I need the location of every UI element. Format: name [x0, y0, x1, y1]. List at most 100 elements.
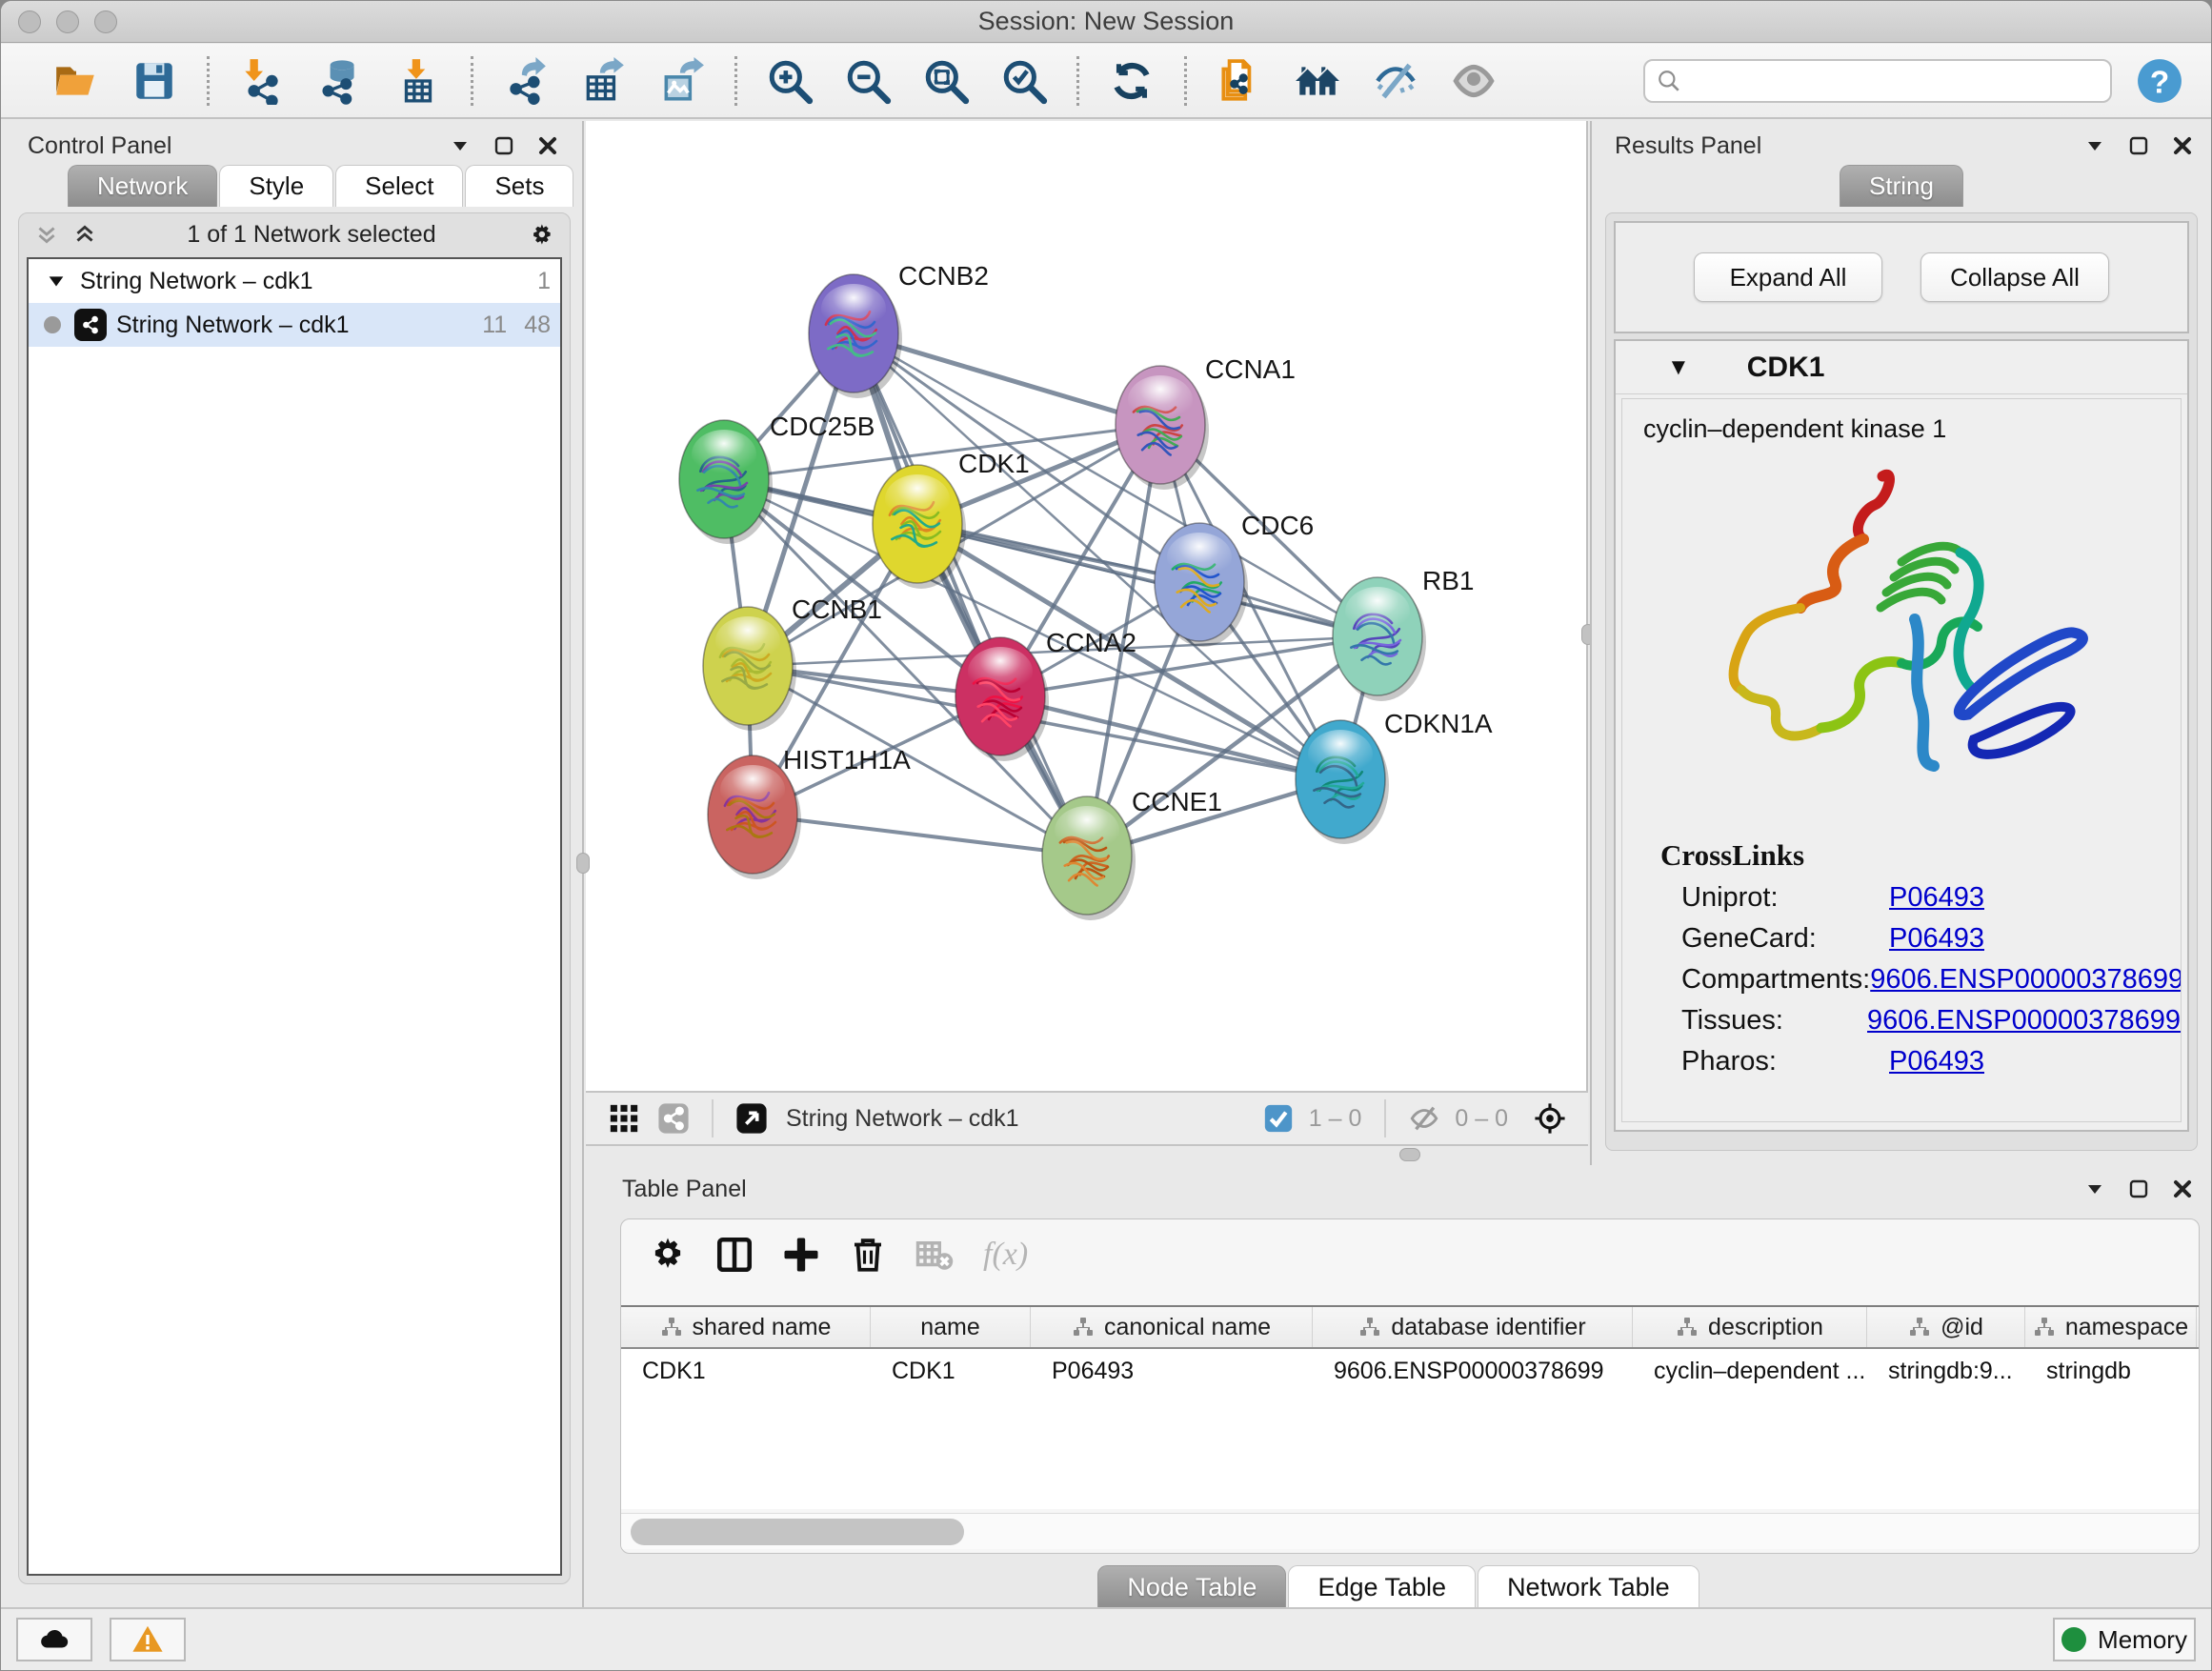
save-session-button[interactable]	[128, 54, 181, 108]
copy-style-button[interactable]	[1213, 54, 1266, 108]
selected-nodes-checkbox-icon[interactable]	[1259, 1099, 1297, 1137]
table-cell[interactable]: stringdb	[2025, 1349, 2197, 1393]
table-cell[interactable]: P06493	[1031, 1349, 1313, 1393]
float-panel-icon[interactable]	[2127, 134, 2150, 157]
close-panel-icon[interactable]	[2171, 134, 2194, 157]
first-neighbors-button[interactable]	[1291, 54, 1344, 108]
apply-layout-button[interactable]	[1105, 54, 1158, 108]
delete-table-icon[interactable]	[913, 1233, 956, 1277]
node-CDC6[interactable]	[1155, 523, 1248, 647]
export-image-button[interactable]	[655, 54, 709, 108]
memory-button[interactable]: Memory	[2053, 1618, 2196, 1661]
close-panel-icon[interactable]	[536, 134, 559, 157]
crosslink-link[interactable]: P06493	[1889, 923, 1984, 955]
hidden-elements-icon[interactable]	[1405, 1099, 1443, 1137]
import-network-file-button[interactable]	[235, 54, 289, 108]
table-cell[interactable]: CDK1	[871, 1349, 1031, 1393]
search-input[interactable]	[1689, 67, 2099, 95]
network-graph[interactable]: CCNB2CCNA1CDC25BCDK1CDC6RB1CCNB1CCNA2CDK…	[586, 121, 1588, 1091]
tab-node-table[interactable]: Node Table	[1097, 1565, 1286, 1609]
column-header-namespace[interactable]: namespace	[2025, 1307, 2197, 1347]
node-CCNE1[interactable]	[1042, 796, 1136, 920]
cloud-button[interactable]	[16, 1618, 92, 1661]
float-panel-icon[interactable]	[2127, 1178, 2150, 1200]
float-panel-icon[interactable]	[493, 134, 515, 157]
birds-eye-view-icon[interactable]	[1531, 1099, 1569, 1137]
node-CCNA2[interactable]	[955, 637, 1049, 761]
close-panel-icon[interactable]	[2171, 1178, 2194, 1200]
node-CCNB1[interactable]	[703, 607, 796, 731]
tab-edge-table[interactable]: Edge Table	[1288, 1565, 1476, 1609]
zoom-in-button[interactable]	[763, 54, 816, 108]
tab-network-table[interactable]: Network Table	[1478, 1565, 1699, 1609]
zoom-out-button[interactable]	[841, 54, 895, 108]
column-header-database-identifier[interactable]: database identifier	[1313, 1307, 1633, 1347]
collapse-all-networks-icon[interactable]	[34, 222, 59, 247]
column-header-canonical-name[interactable]: canonical name	[1031, 1307, 1313, 1347]
add-column-icon[interactable]	[779, 1233, 823, 1277]
detach-view-icon[interactable]	[733, 1099, 771, 1137]
tree-expander-icon[interactable]	[46, 271, 67, 292]
edge-HIST1H1A-CCNE1[interactable]	[753, 815, 1087, 856]
crosslink-link[interactable]: 9606.ENSP00000378699	[1867, 1005, 2181, 1037]
crosslink-link[interactable]: P06493	[1889, 882, 1984, 914]
collapse-panel-icon[interactable]	[449, 134, 472, 157]
import-network-database-button[interactable]	[313, 54, 367, 108]
node-CCNB2[interactable]	[809, 274, 902, 398]
left-splitter-handle[interactable]	[576, 853, 590, 874]
tab-network[interactable]: Network	[68, 165, 217, 207]
network-options-gear-icon[interactable]	[526, 220, 554, 249]
network-row[interactable]: String Network – cdk1 11 48	[29, 303, 560, 347]
grid-mode-icon[interactable]	[605, 1099, 643, 1137]
collapse-all-button[interactable]: Collapse All	[1920, 252, 2109, 302]
zoom-fit-button[interactable]	[919, 54, 973, 108]
export-network-button[interactable]	[499, 54, 553, 108]
expand-all-button[interactable]: Expand All	[1694, 252, 1882, 302]
help-button[interactable]: ?	[2135, 56, 2184, 106]
node-CDK1[interactable]	[873, 465, 966, 589]
section-expander-icon[interactable]: ▼	[1667, 354, 1690, 381]
network-share-icon[interactable]	[654, 1099, 693, 1137]
show-columns-icon[interactable]	[713, 1233, 756, 1277]
expand-all-networks-icon[interactable]	[72, 222, 97, 247]
tab-sets[interactable]: Sets	[465, 165, 573, 207]
import-table-button[interactable]	[392, 54, 445, 108]
node-CDKN1A[interactable]	[1296, 720, 1389, 844]
table-cell[interactable]: 9606.ENSP00000378699	[1313, 1349, 1633, 1393]
gene-section-header[interactable]: ▼ CDK1	[1616, 341, 2187, 394]
tab-select[interactable]: Select	[335, 165, 463, 207]
column-header-shared-name[interactable]: shared name	[621, 1307, 871, 1347]
table-options-gear-icon[interactable]	[646, 1233, 690, 1277]
zoom-selected-button[interactable]	[997, 54, 1051, 108]
column-header-@id[interactable]: @id	[1867, 1307, 2025, 1347]
node-RB1[interactable]	[1333, 577, 1426, 701]
table-cell[interactable]: CDK1	[621, 1349, 871, 1393]
column-header-name[interactable]: name	[871, 1307, 1031, 1347]
edge-CCNB2-CCNE1[interactable]	[854, 333, 1087, 856]
crosslink-link[interactable]: 9606.ENSP00000378699	[1870, 964, 2182, 996]
edge-CDK1-RB1[interactable]	[917, 524, 1377, 636]
show-all-button[interactable]	[1447, 54, 1500, 108]
scrollbar-thumb[interactable]	[631, 1519, 964, 1545]
collapse-panel-icon[interactable]	[2083, 1178, 2106, 1200]
table-cell[interactable]: cyclin–dependent ...	[1633, 1349, 1867, 1393]
hide-selected-button[interactable]	[1369, 54, 1422, 108]
collapse-panel-icon[interactable]	[2083, 134, 2106, 157]
horizontal-splitter-handle[interactable]	[1399, 1148, 1420, 1161]
tab-string[interactable]: String	[1840, 165, 1963, 207]
open-session-button[interactable]	[50, 54, 103, 108]
tab-style[interactable]: Style	[219, 165, 333, 207]
delete-column-icon[interactable]	[846, 1233, 890, 1277]
node-CCNA1[interactable]	[1116, 366, 1209, 490]
network-collection-row[interactable]: String Network – cdk1 1	[29, 259, 560, 303]
network-canvas[interactable]: CCNB2CCNA1CDC25BCDK1CDC6RB1CCNB1CCNA2CDK…	[586, 121, 1588, 1091]
warnings-button[interactable]	[110, 1618, 186, 1661]
export-table-button[interactable]	[577, 54, 631, 108]
function-builder-icon[interactable]: f(x)	[983, 1237, 1028, 1273]
column-header-description[interactable]: description	[1633, 1307, 1867, 1347]
table-row[interactable]: CDK1CDK1P064939606.ENSP00000378699cyclin…	[621, 1349, 2199, 1393]
table-cell[interactable]: stringdb:9...	[1867, 1349, 2025, 1393]
table-horizontal-scrollbar[interactable]	[621, 1513, 2199, 1549]
search-field[interactable]	[1643, 59, 2112, 103]
crosslink-link[interactable]: P06493	[1889, 1046, 1984, 1077]
